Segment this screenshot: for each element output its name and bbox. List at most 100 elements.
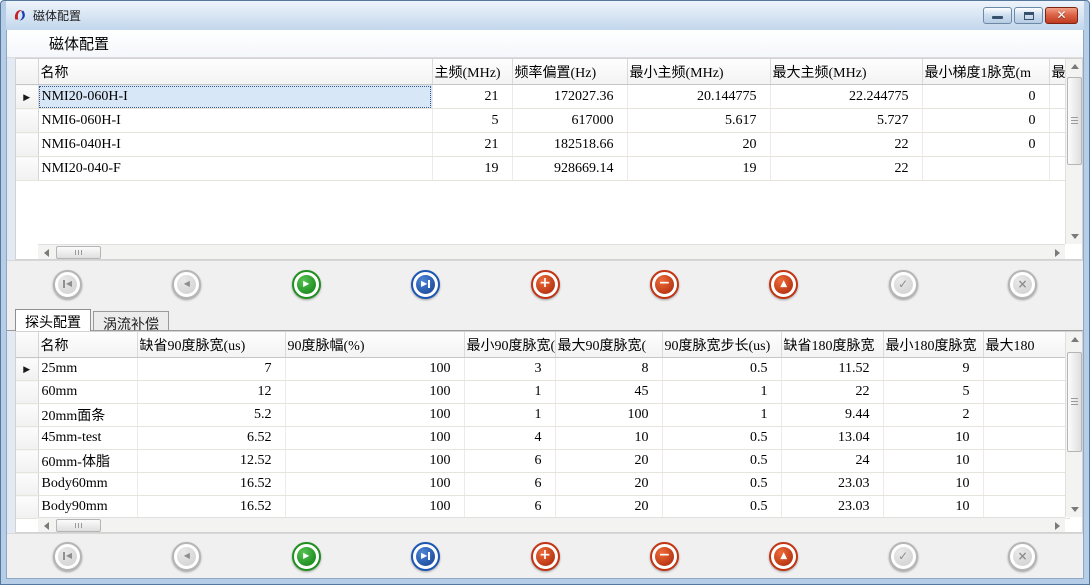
cell-freq[interactable]: 21 [432,133,512,157]
cell-name[interactable]: 45mm-test [38,427,137,450]
insert-record-button[interactable]: + [531,270,560,299]
cell-min90[interactable]: 1 [464,381,555,404]
cell-step[interactable]: 0.5 [662,496,781,519]
cell-min180[interactable]: 10 [883,496,983,519]
table-row[interactable]: 20mm面条 5.2 100 1 100 1 9.44 2 [16,404,1069,427]
cell-step[interactable]: 0.5 [662,358,781,381]
cell-amp[interactable]: 100 [285,404,464,427]
cell-min[interactable]: 20 [627,133,770,157]
scroll-right-icon[interactable] [1049,245,1065,260]
cell-p180[interactable]: 9.44 [781,404,883,427]
table-row[interactable]: 60mm 12 100 1 45 1 22 5 [16,381,1069,404]
cell-name[interactable]: NMI6-040H-I [38,133,432,157]
cell-step[interactable]: 0.5 [662,427,781,450]
cell-min90[interactable]: 3 [464,358,555,381]
close-button[interactable]: ✕ [1045,7,1078,24]
edit-record-button[interactable]: ▲ [769,270,798,299]
next-record-button[interactable]: ▶ [292,542,321,571]
table-row[interactable]: NMI6-060H-I 5 617000 5.617 5.727 0 [16,109,1069,133]
cell-amp[interactable]: 100 [285,381,464,404]
cell-p180[interactable]: 13.04 [781,427,883,450]
cell-amp[interactable]: 100 [285,450,464,473]
cell-max180[interactable] [983,427,1069,450]
table-row[interactable]: 25mm 7 100 3 8 0.5 11.52 9 [16,358,1069,381]
first-record-button[interactable]: ◀ [53,270,82,299]
cell-name[interactable]: NMI20-060H-I [38,85,432,109]
cell-p90[interactable]: 16.52 [137,496,285,519]
horizontal-scrollbar[interactable] [38,244,1065,259]
cell-max[interactable]: 22.244775 [770,85,922,109]
scroll-down-icon[interactable] [1066,228,1083,244]
cell-max180[interactable] [983,358,1069,381]
last-record-button[interactable]: ▶ [411,270,440,299]
cell-max180[interactable] [983,381,1069,404]
cell-max90[interactable]: 45 [555,381,662,404]
post-edit-button[interactable]: ✓ [889,270,918,299]
prior-record-button[interactable]: ◀ [172,270,201,299]
cell-name[interactable]: 25mm [38,358,137,381]
cell-min90[interactable]: 4 [464,427,555,450]
cell-p180[interactable]: 22 [781,381,883,404]
cell-grad1[interactable]: 0 [922,133,1049,157]
cell-max180[interactable] [983,496,1069,519]
cell-freq[interactable]: 19 [432,157,512,181]
scroll-right-icon[interactable] [1049,518,1065,533]
cell-max90[interactable]: 20 [555,473,662,496]
cell-offset[interactable]: 172027.36 [512,85,627,109]
table-row[interactable]: NMI20-060H-I 21 172027.36 20.144775 22.2… [16,85,1069,109]
cell-p90[interactable]: 5.2 [137,404,285,427]
cell-min180[interactable]: 5 [883,381,983,404]
cell-min90[interactable]: 6 [464,496,555,519]
cell-name[interactable]: Body90mm [38,496,137,519]
cell-amp[interactable]: 100 [285,496,464,519]
vertical-scrollbar[interactable] [1065,332,1082,517]
cell-offset[interactable]: 182518.66 [512,133,627,157]
cell-p90[interactable]: 12.52 [137,450,285,473]
cell-min180[interactable]: 9 [883,358,983,381]
cell-p90[interactable]: 12 [137,381,285,404]
cell-freq[interactable]: 21 [432,85,512,109]
scroll-up-icon[interactable] [1066,332,1083,348]
cell-min180[interactable]: 2 [883,404,983,427]
cell-p180[interactable]: 11.52 [781,358,883,381]
scrollbar-thumb[interactable] [1067,352,1082,452]
cell-name[interactable]: 60mm [38,381,137,404]
cell-amp[interactable]: 100 [285,427,464,450]
cell-p180[interactable]: 23.03 [781,473,883,496]
last-record-button[interactable]: ▶ [411,542,440,571]
cancel-edit-button[interactable]: × [1008,270,1037,299]
cell-min[interactable]: 19 [627,157,770,181]
next-record-button[interactable]: ▶ [292,270,321,299]
edit-record-button[interactable]: ▲ [769,542,798,571]
cell-name[interactable]: 60mm-体脂 [38,450,137,473]
cancel-edit-button[interactable]: × [1008,542,1037,571]
cell-step[interactable]: 1 [662,381,781,404]
cell-max90[interactable]: 20 [555,496,662,519]
cell-max[interactable]: 22 [770,133,922,157]
cell-max[interactable]: 5.727 [770,109,922,133]
cell-min180[interactable]: 10 [883,427,983,450]
cell-p90[interactable]: 6.52 [137,427,285,450]
table-row[interactable]: Body90mm 16.52 100 6 20 0.5 23.03 10 [16,496,1069,519]
scrollbar-thumb[interactable] [56,519,101,532]
scrollbar-thumb[interactable] [1067,77,1082,165]
cell-max180[interactable] [983,473,1069,496]
cell-max90[interactable]: 100 [555,404,662,427]
cell-min90[interactable]: 6 [464,450,555,473]
cell-grad1[interactable]: 0 [922,85,1049,109]
delete-record-button[interactable]: − [650,270,679,299]
insert-record-button[interactable]: + [531,542,560,571]
cell-name[interactable]: Body60mm [38,473,137,496]
scrollbar-thumb[interactable] [56,246,101,259]
cell-offset[interactable]: 617000 [512,109,627,133]
cell-p180[interactable]: 24 [781,450,883,473]
first-record-button[interactable]: ◀ [53,542,82,571]
title-bar[interactable]: 磁体配置 ✕ [6,1,1084,30]
cell-freq[interactable]: 5 [432,109,512,133]
minimize-button[interactable] [983,7,1012,24]
cell-name[interactable]: NMI20-040-F [38,157,432,181]
cell-name[interactable]: NMI6-060H-I [38,109,432,133]
cell-amp[interactable]: 100 [285,473,464,496]
cell-min[interactable]: 5.617 [627,109,770,133]
cell-p180[interactable]: 23.03 [781,496,883,519]
